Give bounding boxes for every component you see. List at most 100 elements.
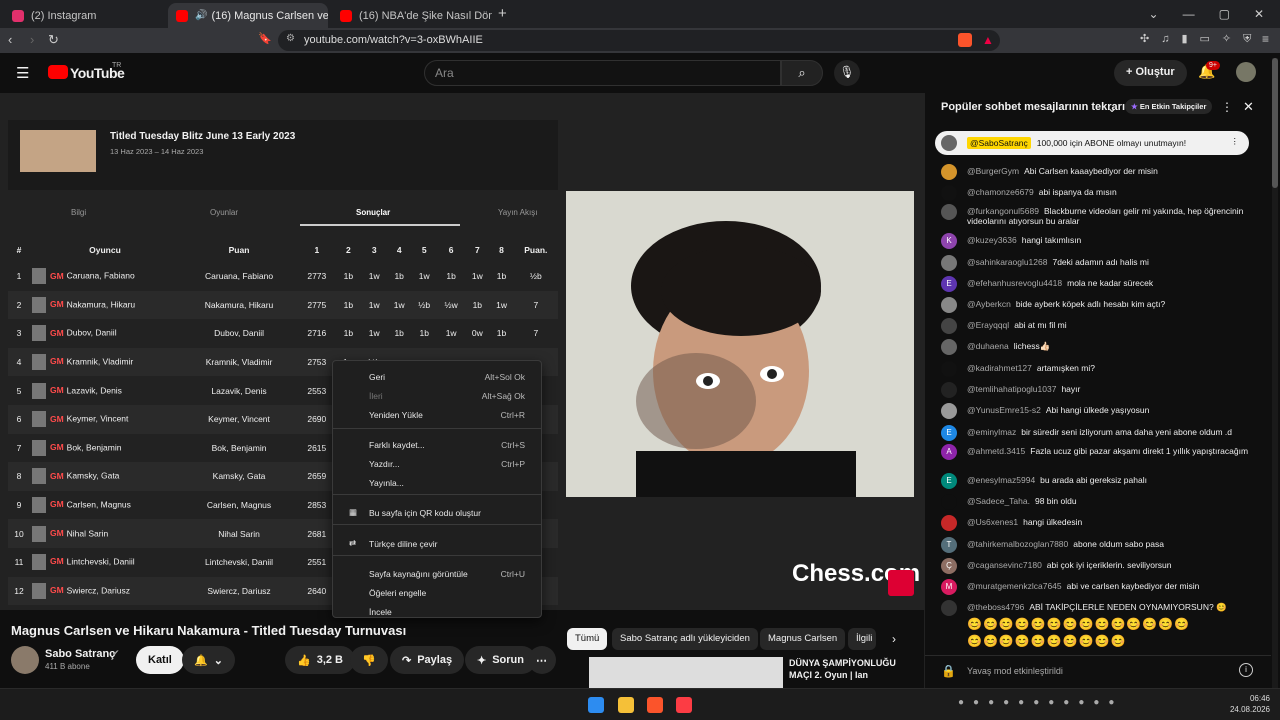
chat-message[interactable]: @BurgerGym Abi Carlsen kaaaybediyor der m… — [941, 164, 1259, 180]
chat-message[interactable]: @Ayberkcn bide ayberk köpek adlı hesabı k… — [941, 297, 1259, 313]
chat-message[interactable]: @sahinkaraoglu1268 7deki adamın adı halis… — [941, 255, 1259, 271]
bookmark-icon[interactable]: 🔖 — [258, 32, 272, 45]
chat-message[interactable]: K @kuzey3636 hangi takımlısın — [941, 233, 1259, 249]
tab-info[interactable]: Bilgi — [71, 208, 86, 217]
menu-item-save-as[interactable]: Farklı kaydet... Ctrl+S — [333, 435, 541, 453]
tab-youtube-active[interactable]: 🔊(16) Magnus Carlsen ve Hikaru✕ — [168, 3, 328, 28]
chat-message[interactable]: @Sadece_Taha. 98 bin oldu — [941, 494, 1259, 510]
more-vert-icon[interactable]: ⋮ — [1231, 136, 1240, 147]
extensions-icons[interactable]: ✣♫▮▭✧⛨ — [1140, 32, 1263, 46]
clock-date[interactable]: 24.08.2026 — [1228, 705, 1270, 714]
reload-button[interactable]: ↻ — [48, 32, 59, 48]
chip-related[interactable]: İlgili — [848, 628, 876, 650]
chat-message[interactable]: @Erayqqql abi at mı fil mi — [941, 318, 1259, 334]
like-button[interactable]: 👍 3,2 B — [285, 646, 355, 674]
menu-item-inspect[interactable]: İncele — [333, 602, 541, 620]
join-button[interactable]: Katıl — [136, 646, 184, 674]
tab-instagram[interactable]: (2) Instagram — [4, 3, 164, 28]
tab-broadcast[interactable]: Yayın Akışı — [498, 208, 537, 217]
chevron-down-icon[interactable]: ⌄ — [1107, 101, 1117, 115]
ask-button[interactable]: ✦ Sorun — [465, 646, 536, 674]
qr-icon: ▦ — [349, 507, 358, 517]
search-input[interactable]: Ara — [424, 60, 781, 86]
chat-message[interactable]: @kadirahmet127 artamışken mi? — [941, 361, 1259, 377]
close-icon[interactable]: ✕ — [1243, 99, 1254, 115]
result-cell: 1b — [446, 271, 456, 282]
windows-start-icon[interactable] — [588, 697, 604, 713]
menu-item-view-source[interactable]: Sayfa kaynağını görüntüle Ctrl+U — [333, 564, 541, 582]
address-bar[interactable]: ⚙ youtube.com/watch?v=3-oxBWhAIIE — [278, 30, 1000, 51]
maximize-button[interactable]: ▢ — [1219, 7, 1230, 21]
menu-item-cast[interactable]: Yayınla... — [333, 473, 541, 491]
chip-magnus[interactable]: Magnus Carlsen — [760, 628, 846, 650]
chat-message[interactable]: @Us6xenes1 hangi ülkedesin — [941, 515, 1259, 531]
new-tab-button[interactable]: + — [498, 5, 507, 22]
dislike-button[interactable]: 👎 — [350, 646, 388, 674]
menu-item-forward[interactable]: İleri Alt+Sağ Ok — [333, 386, 541, 404]
file-explorer-icon[interactable] — [618, 697, 634, 713]
tray-icons[interactable]: ●●●●●●●●●●● — [958, 697, 1123, 708]
avatar[interactable] — [1236, 62, 1256, 82]
menu-item-block[interactable]: Öğeleri engelle — [333, 583, 541, 601]
minimize-button[interactable]: — — [1183, 7, 1195, 21]
rating-cell: Lazavik, Denis — [211, 385, 267, 396]
chat-message[interactable]: @temlihahatipoglu1037 hayır — [941, 382, 1259, 398]
chip-uploader[interactable]: Sabo Satranç adlı yükleyiciden — [612, 628, 758, 650]
channel-name[interactable]: Sabo Satranç — [45, 648, 115, 660]
rewards-icon[interactable]: ▲ — [982, 33, 994, 47]
chat-message[interactable]: @furkangonul5689 Blackburne videoları gel… — [941, 204, 1259, 226]
menu-item-print[interactable]: Yazdır... Ctrl+P — [333, 454, 541, 472]
chat-message[interactable]: @YunusEmre15-s2 Abi hangi ülkede yaşıyosu… — [941, 403, 1259, 419]
tab-results[interactable]: Sonuçlar — [356, 208, 390, 217]
share-button[interactable]: ↷ Paylaş — [390, 646, 465, 674]
chat-message[interactable]: @duhaena lichess👍🏻 — [941, 339, 1259, 355]
chat-message[interactable]: A @ahmetd.3415 Fazla ucuz gibi pazar akşam… — [941, 444, 1259, 460]
hamburger-icon[interactable]: ☰ — [16, 64, 29, 82]
back-button[interactable]: ‹ — [8, 32, 12, 47]
scrollbar-thumb[interactable] — [1272, 58, 1278, 188]
more-button[interactable]: ⋯ — [528, 646, 556, 674]
chat-message[interactable]: E @eminylmaz bir süredir seni izliyorum am… — [941, 425, 1259, 441]
menu-item-qr[interactable]: ▦ Bu sayfa için QR kodu oluştur — [333, 503, 541, 521]
site-info-icon[interactable]: ⚙ — [286, 33, 295, 44]
tab-search-icon[interactable]: ⌄ — [1149, 7, 1159, 21]
close-window-button[interactable]: ✕ — [1254, 7, 1264, 21]
tab-youtube-nba[interactable]: (16) NBA'de Şike Nasıl Döndü: Üzeri — [332, 3, 492, 28]
chat-message[interactable]: @theboss4796 ABİ TAKİPÇİLERLE NEDEN OYNAM… — [941, 600, 1259, 616]
chat-message[interactable]: M @muratgemenkzlca7645 abi ve carlsen kayb… — [941, 579, 1259, 595]
tab-games[interactable]: Oyunlar — [210, 208, 238, 217]
chevron-right-icon[interactable]: › — [892, 632, 896, 646]
info-icon[interactable]: i — [1239, 663, 1253, 677]
chat-message[interactable]: E @enesylmaz5994 bu arada abi gereksiz pah… — [941, 473, 1259, 489]
menu-item-reload[interactable]: Yeniden Yükle Ctrl+R — [333, 405, 541, 423]
table-row[interactable]: 3 GM Dubov, Daniil Dubov, Daniil 2716 1b 1w 1b 1… — [8, 319, 558, 348]
chip-all[interactable]: Tümü — [567, 628, 608, 650]
recommended-thumbnail[interactable] — [589, 657, 783, 688]
table-row[interactable]: 2 GM Nakamura, Hikaru Nakamura, Hikaru 2775 1… — [8, 290, 558, 320]
brave-shield-icon[interactable] — [958, 33, 972, 47]
top-fans-badge[interactable]: ★ En Etkin Takipçiler — [1125, 99, 1213, 114]
clock-time[interactable]: 06:46 — [1228, 694, 1270, 703]
recommended-title[interactable]: DÜNYA ŞAMPİYONLUĞU MAÇI 2. Oyun | Ian — [789, 657, 909, 681]
voice-search-button[interactable]: 🎙 — [834, 60, 860, 86]
scrollbar[interactable] — [1272, 58, 1278, 688]
chat-message[interactable]: Ç @cagansevinc7180 abi çok iyi içeriklerin… — [941, 558, 1259, 574]
subscribe-bell-button[interactable]: 🔔 ⌄ — [182, 646, 235, 674]
chat-message[interactable]: T @tahirkemalbozoglan7880 abone oldum sabo… — [941, 537, 1259, 553]
forward-button[interactable]: › — [30, 32, 34, 47]
chat-message[interactable]: E @efehanhusrevoglu4418 mola ne kadar süre… — [941, 276, 1259, 292]
chat-message[interactable]: @chamonze6679 abi ispanya da mısın — [941, 185, 1259, 201]
menu-item-back[interactable]: Geri Alt+Sol Ok — [333, 367, 541, 385]
more-vert-icon[interactable]: ⋮ — [1221, 100, 1233, 114]
music-app-icon[interactable] — [676, 697, 692, 713]
table-row[interactable]: 1 GM Caruana, Fabiano Caruana, Fabiano 2773 1… — [8, 262, 558, 291]
channel-avatar[interactable] — [11, 646, 39, 674]
avatar — [941, 204, 957, 220]
chat-title[interactable]: Popüler sohbet mesajlarının tekrarı — [941, 101, 1125, 113]
search-button[interactable]: ⌕ — [781, 60, 823, 86]
brave-browser-icon[interactable] — [647, 697, 663, 713]
create-button[interactable]: + Oluştur — [1114, 60, 1187, 86]
youtube-logo-icon[interactable] — [48, 65, 68, 79]
menu-item-translate[interactable]: ⇄ Türkçe diline çevir — [333, 534, 541, 552]
menu-icon[interactable]: ≡ — [1262, 32, 1269, 46]
